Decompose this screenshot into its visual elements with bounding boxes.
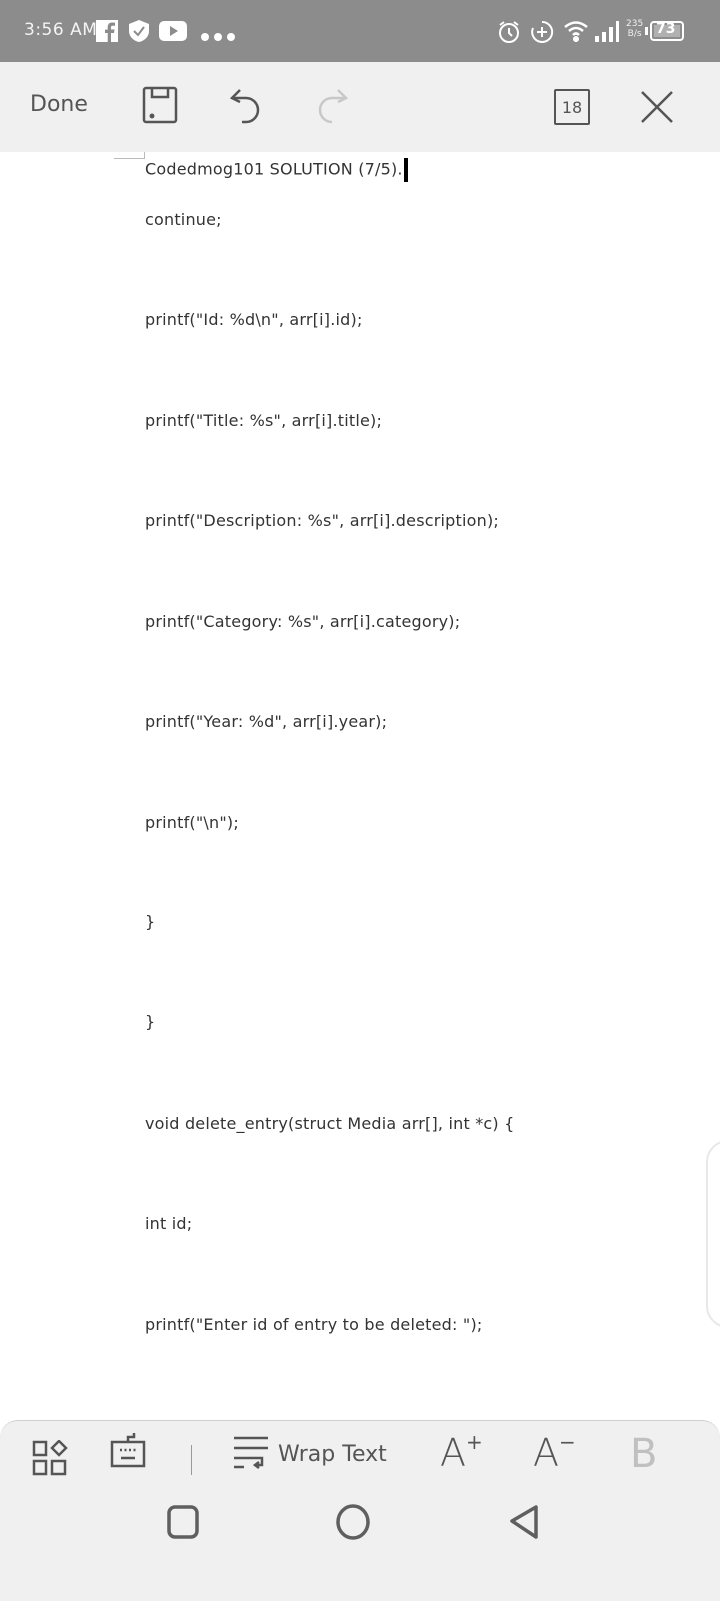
code-line[interactable]: void delete_entry(struct Media arr[], in… <box>145 1114 515 1133</box>
wifi-icon <box>563 20 589 46</box>
net-speed-value: 235 <box>626 19 644 29</box>
decrease-font-button[interactable]: A − <box>533 1430 576 1475</box>
battery-level: 73 <box>656 21 676 37</box>
back-icon <box>509 1504 541 1544</box>
plus-icon: + <box>466 1430 483 1454</box>
document-editor[interactable] <box>0 152 720 1392</box>
close-button[interactable] <box>640 90 674 128</box>
wrap-text-button[interactable]: Wrap Text <box>232 1435 387 1473</box>
recents-icon <box>167 1505 199 1543</box>
code-line[interactable]: printf("\n"); <box>145 813 239 832</box>
network-speed: 235 B/s <box>626 19 643 39</box>
keyboard-button[interactable] <box>110 1432 146 1472</box>
signal-icon <box>595 20 619 46</box>
increase-font-label: A <box>440 1431 466 1475</box>
save-icon <box>142 86 178 128</box>
code-line[interactable]: } <box>145 912 155 931</box>
code-line[interactable]: printf("Year: %d", arr[i].year); <box>145 712 387 731</box>
apps-icon <box>32 1439 68 1480</box>
bold-button[interactable]: B <box>630 1431 657 1477</box>
redo-icon <box>316 88 350 128</box>
wrap-text-icon <box>232 1435 270 1473</box>
done-button[interactable]: Done <box>30 92 88 117</box>
decrease-font-label: A <box>533 1431 559 1475</box>
code-line[interactable]: } <box>145 1012 155 1031</box>
side-panel-handle[interactable] <box>706 1140 720 1328</box>
code-line[interactable]: printf("Title: %s", arr[i].title); <box>145 411 382 430</box>
facebook-icon <box>96 20 118 46</box>
code-line[interactable]: printf("Category: %s", arr[i].category); <box>145 612 460 631</box>
shield-check-icon <box>128 19 150 47</box>
close-icon <box>640 90 674 128</box>
home-button[interactable] <box>335 1503 371 1545</box>
toolbar-divider <box>191 1445 192 1475</box>
back-button[interactable] <box>509 1504 541 1544</box>
font-size-value: 18 <box>561 97 583 117</box>
youtube-icon <box>159 21 187 45</box>
status-time: 3:56 AM <box>24 20 98 40</box>
increase-font-button[interactable]: A + <box>440 1430 483 1475</box>
text-cursor <box>403 158 408 182</box>
code-line[interactable]: Codedmog101 SOLUTION (7/5). <box>145 158 408 182</box>
recents-button[interactable] <box>167 1505 199 1543</box>
net-speed-unit: B/s <box>627 29 642 39</box>
code-line[interactable]: printf("Description: %s", arr[i].descrip… <box>145 511 499 530</box>
apps-button[interactable] <box>32 1432 68 1488</box>
code-line[interactable]: int id; <box>145 1214 192 1233</box>
code-line[interactable]: continue; <box>145 210 222 229</box>
code-line[interactable]: printf("Enter id of entry to be deleted:… <box>145 1315 483 1334</box>
home-icon <box>335 1503 371 1545</box>
bottom-toolbar: Wrap Text A + A − B <box>0 1420 720 1601</box>
code-line[interactable]: printf("Id: %d\n", arr[i].id); <box>145 310 363 329</box>
status-bar: 3:56 AM 235 B/s 73 <box>0 0 720 62</box>
editor-toolbar: Done 18 <box>0 62 720 152</box>
font-size-button[interactable]: 18 <box>554 89 590 125</box>
wrap-text-label: Wrap Text <box>278 1441 387 1467</box>
undo-button[interactable] <box>228 88 262 128</box>
minus-icon: − <box>559 1430 576 1454</box>
redo-button[interactable] <box>316 88 350 128</box>
page-margin-marker <box>114 152 145 159</box>
save-button[interactable] <box>142 86 178 128</box>
keyboard-icon <box>110 1432 146 1472</box>
code-line-text: Codedmog101 SOLUTION (7/5). <box>145 159 403 179</box>
data-saver-icon <box>530 20 554 48</box>
alarm-icon <box>497 20 521 48</box>
undo-icon <box>228 88 262 128</box>
more-dots-icon <box>200 27 236 46</box>
